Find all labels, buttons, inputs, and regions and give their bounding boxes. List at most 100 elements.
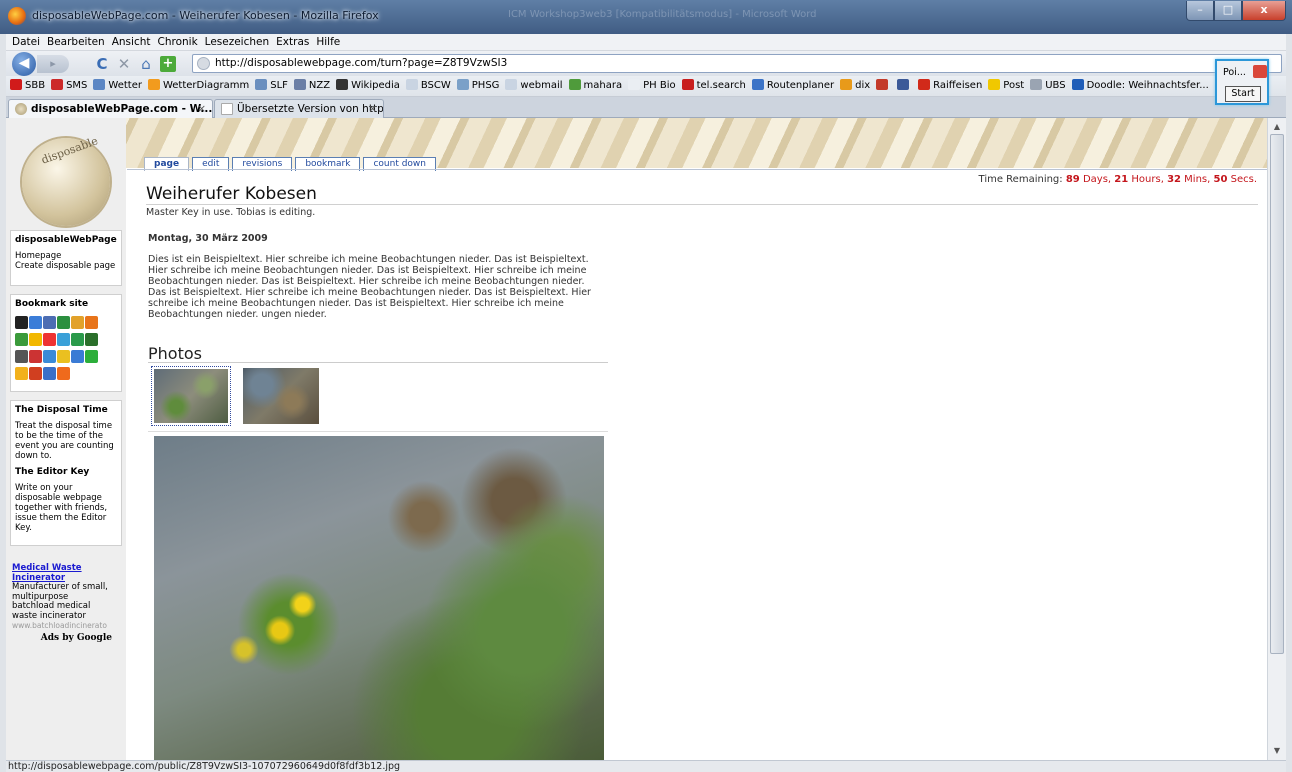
bookmark-item[interactable]: tel.search (681, 76, 746, 96)
menu-chronik[interactable]: Chronik (158, 34, 198, 50)
scroll-down-icon[interactable]: ▼ (1270, 744, 1284, 758)
social-bookmark-icon[interactable] (57, 350, 70, 363)
forward-button[interactable]: ▸ (37, 55, 69, 73)
social-bookmark-icon[interactable] (43, 367, 56, 380)
scroll-thumb[interactable] (1270, 134, 1284, 654)
bookmark-item[interactable]: Routenplaner (751, 76, 834, 96)
bookmark-item[interactable]: Raiffeisen (918, 76, 982, 96)
start-button[interactable]: Start (1225, 86, 1261, 102)
tab-strip: disposableWebPage.com - W... × Übersetzt… (6, 97, 1286, 118)
bookmark-item[interactable]: SLF (255, 76, 288, 96)
social-bookmark-icon[interactable] (29, 333, 42, 346)
photos-rule (148, 362, 608, 363)
social-bookmark-icon[interactable] (43, 350, 56, 363)
stop-icon[interactable]: ✕ (114, 54, 134, 74)
social-bookmark-icon[interactable] (15, 316, 28, 329)
widget-label: Poi... (1223, 67, 1246, 78)
window-title-bar[interactable]: disposableWebPage.com - Weiherufer Kobes… (0, 0, 1292, 34)
site-identity-icon[interactable] (197, 57, 210, 70)
disposal-time-heading: The Disposal Time (15, 405, 108, 415)
reload-icon[interactable]: C (92, 54, 112, 74)
tab-close-icon[interactable]: × (197, 100, 206, 118)
bookmark-item[interactable]: Wetter (93, 76, 142, 96)
menu-ansicht[interactable]: Ansicht (112, 34, 151, 50)
tab-favicon (15, 103, 27, 115)
social-bookmark-icon[interactable] (43, 316, 56, 329)
menu-lesezeichen[interactable]: Lesezeichen (205, 34, 270, 50)
bookmark-favicon-icon (1071, 79, 1084, 90)
bookmark-item[interactable]: UBS (1030, 76, 1066, 96)
bookmark-label: WetterDiagramm (162, 80, 250, 91)
social-bookmark-icon[interactable] (29, 316, 42, 329)
social-bookmark-icon[interactable] (71, 333, 84, 346)
bookmark-item[interactable]: NZZ (293, 76, 330, 96)
bookmark-item[interactable]: webmail (505, 76, 563, 96)
close-window-button[interactable]: x (1242, 1, 1286, 21)
bookmark-item[interactable]: SBB (10, 76, 45, 96)
url-bar[interactable]: http://disposablewebpage.com/turn?page=Z… (192, 54, 1282, 73)
ad-title-link[interactable]: Medical Waste Incinerator (12, 563, 112, 583)
social-bookmark-icon[interactable] (29, 350, 42, 363)
back-button[interactable]: ◀ (12, 52, 36, 76)
bookmark-item[interactable]: Post (988, 76, 1024, 96)
social-bookmark-icon[interactable] (15, 333, 28, 346)
photo-thumbnail[interactable] (241, 366, 321, 426)
social-bookmark-icon[interactable] (57, 316, 70, 329)
menu-bearbeiten[interactable]: Bearbeiten (47, 34, 105, 50)
bookmark-item[interactable]: PH Bio (628, 76, 676, 96)
social-bookmark-icon[interactable] (15, 367, 28, 380)
bookmark-label: UBS (1045, 80, 1066, 91)
social-bookmark-icon[interactable] (85, 333, 98, 346)
scroll-up-icon[interactable]: ▲ (1270, 120, 1284, 134)
social-bookmark-icon[interactable] (71, 316, 84, 329)
bookmark-favicon-icon (876, 79, 889, 90)
social-bookmark-icon[interactable] (85, 316, 98, 329)
bookmark-item[interactable]: Doodle: Weihnachtsfer... (1071, 76, 1209, 96)
site-nav-title: disposableWebPage (15, 235, 117, 245)
social-bookmark-icon[interactable] (71, 350, 84, 363)
widget-close-icon[interactable] (1253, 65, 1267, 78)
add-bookmark-icon[interactable]: + (160, 56, 176, 72)
tab-close-icon[interactable]: × (368, 100, 377, 118)
create-page-link[interactable]: Create disposable page (15, 261, 117, 271)
social-bookmark-icon[interactable] (43, 333, 56, 346)
social-bookmark-icon[interactable] (29, 367, 42, 380)
bookmark-item[interactable]: WetterDiagramm (147, 76, 250, 96)
bookmark-label: Post (1003, 80, 1025, 91)
tab-disposablewebpage[interactable]: disposableWebPage.com - W... × (8, 99, 213, 118)
vertical-scrollbar[interactable]: ▲ ▼ (1267, 118, 1286, 760)
bookmark-favicon-icon (840, 79, 853, 90)
bookmark-item[interactable] (876, 76, 891, 96)
maximize-button[interactable]: □ (1214, 1, 1242, 21)
time-remaining: Time Remaining: 89 Days, 21 Hours, 32 Mi… (978, 174, 1257, 185)
bookmark-item[interactable]: SMS (51, 76, 87, 96)
ad-domain[interactable]: www.batchloadincinerato (12, 621, 112, 631)
floating-widget: Poi... Start (1215, 59, 1269, 105)
main-photo[interactable] (154, 436, 604, 760)
social-bookmark-icon[interactable] (57, 333, 70, 346)
bookmark-item[interactable] (897, 76, 912, 96)
social-bookmark-icon[interactable] (57, 367, 70, 380)
menu-hilfe[interactable]: Hilfe (316, 34, 340, 50)
bookmark-item[interactable]: PHSG (456, 76, 499, 96)
tab-translated[interactable]: Übersetzte Version von http://di... × (214, 99, 384, 118)
home-icon[interactable]: ⌂ (136, 54, 156, 74)
site-logo[interactable]: disposable (22, 134, 110, 226)
url-text[interactable]: http://disposablewebpage.com/turn?page=Z… (215, 57, 507, 69)
page-icon (221, 103, 233, 115)
bookmark-item[interactable]: dix (840, 76, 870, 96)
bookmark-label: SBB (25, 80, 46, 91)
bookmark-item[interactable]: Wikipedia (336, 76, 400, 96)
minimize-button[interactable]: – (1186, 1, 1214, 21)
social-bookmark-icon[interactable] (15, 350, 28, 363)
bookmark-item[interactable]: mahara (568, 76, 622, 96)
bookmark-label: PH Bio (643, 80, 676, 91)
bookmark-favicon-icon (628, 79, 641, 90)
menu-datei[interactable]: Datei (12, 34, 40, 50)
homepage-link[interactable]: Homepage (15, 251, 117, 261)
bookmark-item[interactable]: BSCW (405, 76, 451, 96)
social-bookmark-icon[interactable] (85, 350, 98, 363)
ads-by-google-link[interactable]: Ads by Google (12, 633, 112, 644)
photo-thumbnail[interactable] (151, 366, 231, 426)
menu-extras[interactable]: Extras (276, 34, 309, 50)
